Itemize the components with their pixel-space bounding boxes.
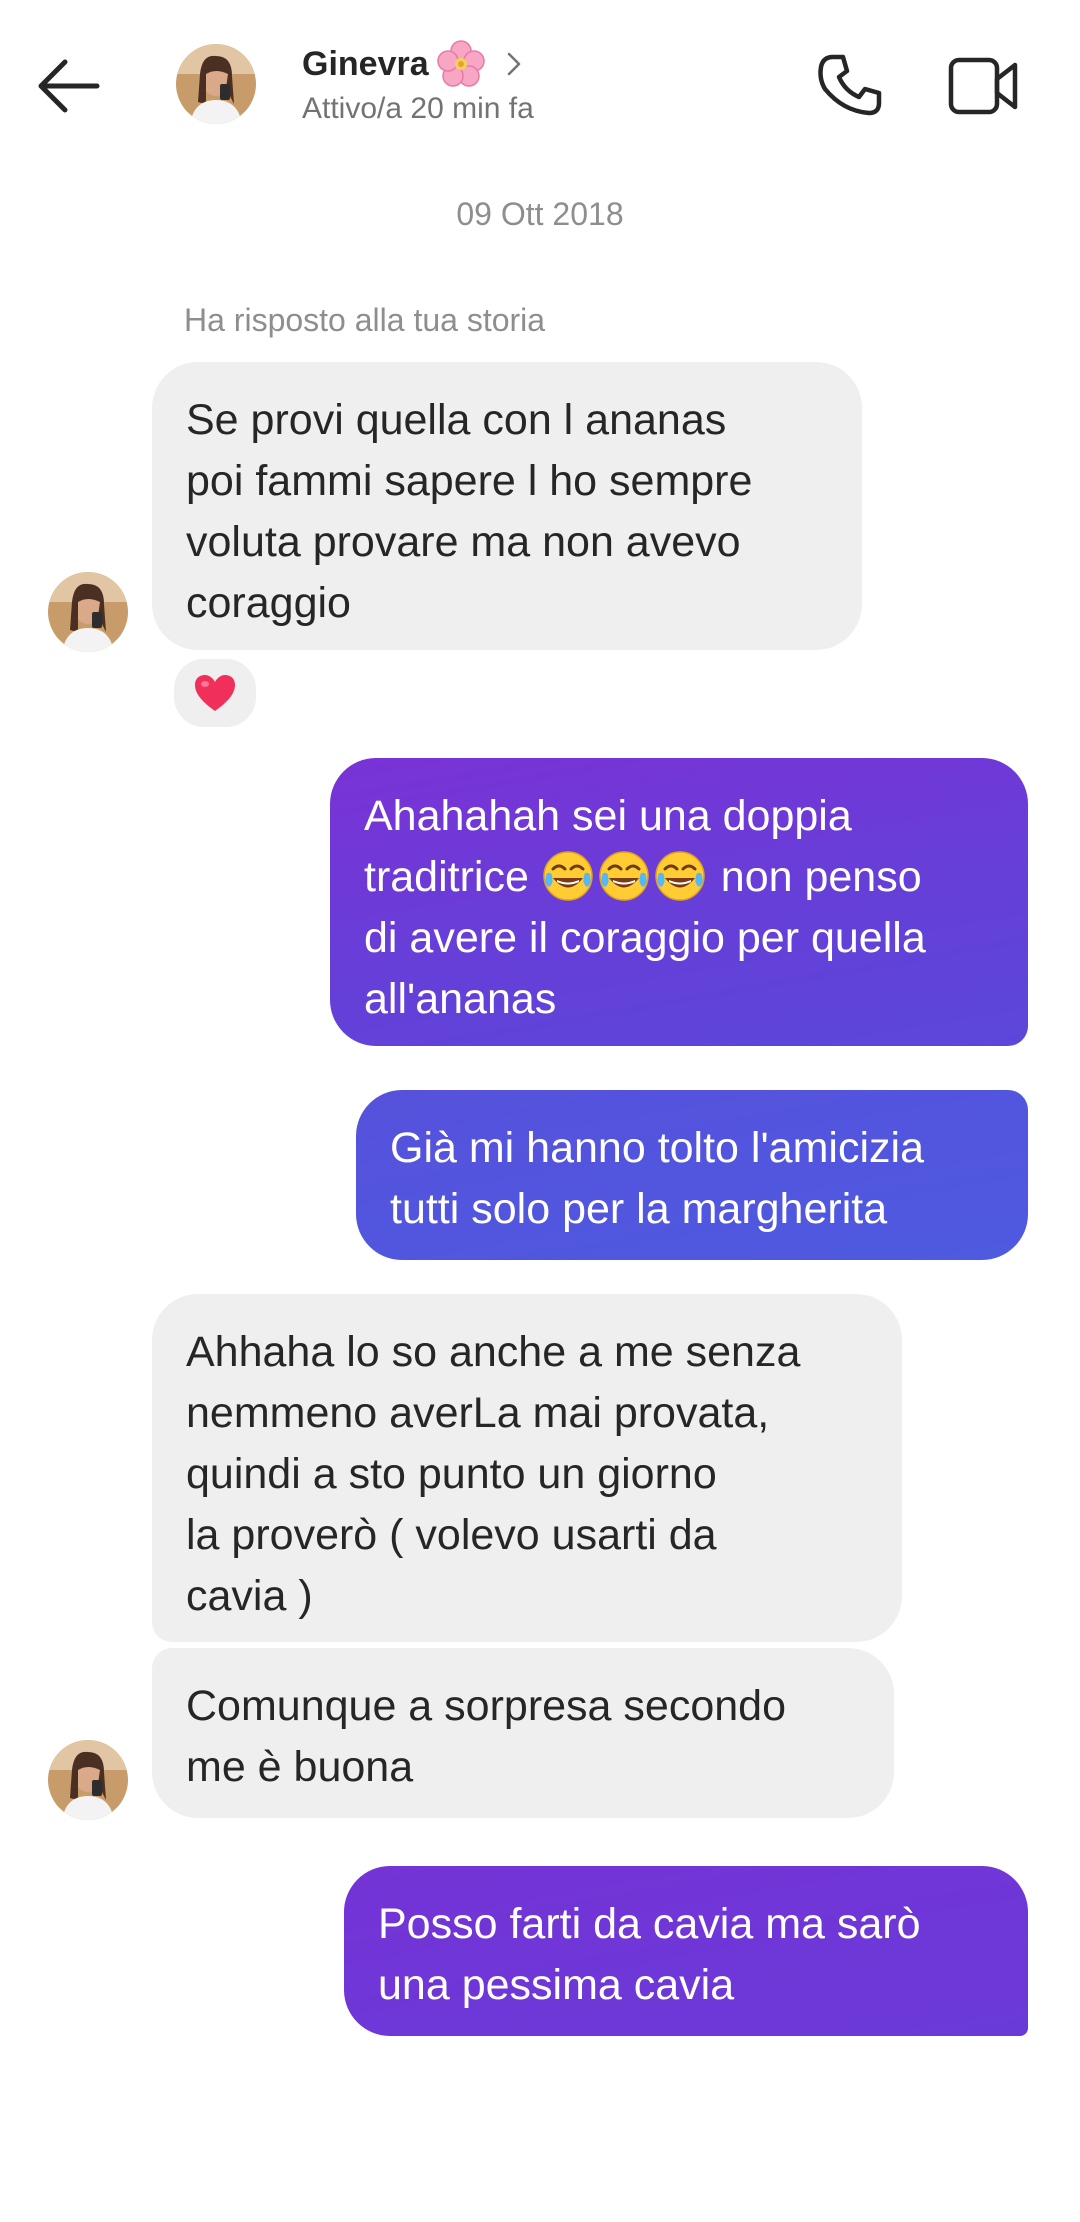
story-reply-note: Ha risposto alla tua storia: [184, 302, 546, 338]
contact-name: Ginevra: [302, 44, 429, 83]
back-button[interactable]: [30, 48, 106, 124]
chat-header: Ginevra Attivo/a 20 min fa: [0, 0, 1080, 170]
audio-call-button[interactable]: [810, 46, 890, 126]
avatar[interactable]: [176, 44, 256, 124]
contact-info[interactable]: Ginevra Attivo/a 20 min fa: [302, 40, 534, 126]
video-camera-icon: [948, 57, 1018, 115]
message-reaction[interactable]: [170, 655, 260, 731]
heart-icon: [195, 675, 235, 711]
tears-of-joy-icon: [597, 849, 651, 903]
incoming-message[interactable]: Comunque a sorpresa secondo me è buona: [152, 1648, 894, 1818]
cherry-blossom-icon: [436, 40, 485, 88]
tears-of-joy-icon: [541, 849, 595, 903]
tears-of-joy-icon: [653, 849, 707, 903]
video-call-button[interactable]: [944, 46, 1024, 126]
arrow-left-icon: [38, 59, 100, 113]
chevron-right-icon: [499, 49, 529, 79]
contact-status: Attivo/a 20 min fa: [302, 92, 534, 125]
outgoing-message[interactable]: Già mi hanno tolto l'amicizia tutti solo…: [356, 1090, 1028, 1260]
sender-avatar[interactable]: [48, 572, 128, 652]
outgoing-message[interactable]: Ahahahah sei una doppia traditrice non p…: [330, 758, 1028, 1046]
phone-icon: [818, 54, 882, 116]
outgoing-message[interactable]: Posso farti da cavia ma sarò una pessima…: [344, 1866, 1028, 2036]
incoming-message[interactable]: Se provi quella con l ananas poi fammi s…: [152, 362, 862, 650]
incoming-message[interactable]: Ahhaha lo so anche a me senza nemmeno av…: [152, 1294, 902, 1642]
date-separator: 09 Ott 2018: [456, 196, 624, 232]
sender-avatar[interactable]: [48, 1740, 128, 1820]
contact-name-row: Ginevra: [302, 40, 534, 88]
